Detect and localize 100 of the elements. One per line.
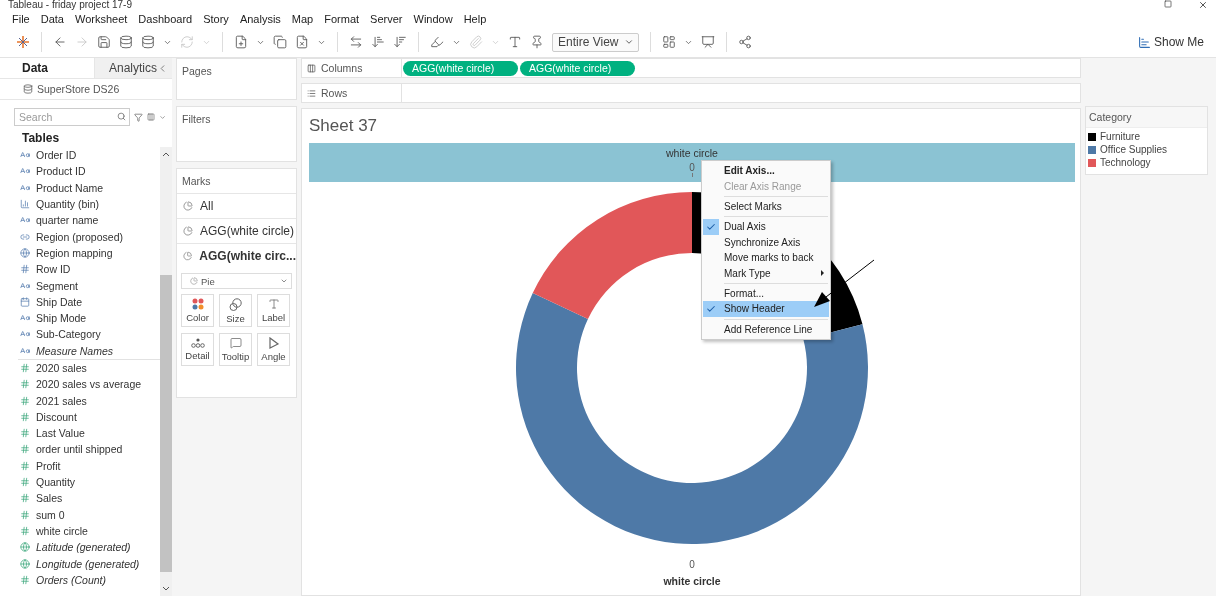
back-icon[interactable] bbox=[53, 35, 67, 49]
file-plus-icon[interactable] bbox=[234, 35, 248, 49]
field-item[interactable]: Segment bbox=[20, 277, 160, 294]
menu-item[interactable]: Server bbox=[370, 12, 403, 25]
search-field[interactable]: Search bbox=[14, 108, 130, 126]
file-x-icon[interactable] bbox=[295, 35, 309, 49]
field-item[interactable]: Region mapping bbox=[20, 244, 160, 262]
text-icon[interactable] bbox=[508, 35, 522, 49]
pane-tab[interactable]: Analytics bbox=[95, 58, 173, 78]
database-icon[interactable] bbox=[119, 35, 133, 49]
field-item[interactable]: Ship Date bbox=[20, 293, 160, 310]
hash-icon bbox=[20, 574, 30, 585]
calendar-icon bbox=[20, 296, 30, 307]
field-item[interactable]: Profit bbox=[20, 457, 160, 474]
field-item[interactable]: quarter name bbox=[20, 212, 160, 229]
menu-item[interactable]: Help bbox=[463, 12, 487, 25]
mark-property-button[interactable]: Detail bbox=[181, 333, 214, 366]
field-item[interactable]: Row ID bbox=[20, 261, 160, 278]
caret-icon[interactable] bbox=[280, 277, 288, 285]
datasource-name[interactable]: SuperStore DS26 bbox=[37, 83, 120, 95]
field-item[interactable]: Region (proposed) bbox=[20, 228, 160, 245]
field-item[interactable]: Product Name bbox=[20, 179, 160, 196]
menu-item[interactable]: Show Header bbox=[703, 301, 829, 317]
search-icon[interactable] bbox=[117, 112, 126, 121]
menu-item[interactable]: Dashboard bbox=[138, 12, 193, 25]
highlighter-icon[interactable] bbox=[430, 35, 444, 49]
menu-item[interactable]: Analysis bbox=[239, 12, 281, 25]
menu-item[interactable]: Add Reference Line bbox=[703, 321, 829, 337]
menu-item[interactable]: Select Marks bbox=[703, 198, 829, 215]
show-me-button[interactable]: Show Me bbox=[1137, 35, 1204, 49]
hash-icon bbox=[20, 525, 30, 536]
filter-icon[interactable] bbox=[134, 111, 143, 123]
legend-item[interactable]: Furniture bbox=[1086, 130, 1207, 143]
field-item[interactable]: 2020 sales bbox=[20, 359, 160, 377]
copy-icon[interactable] bbox=[273, 35, 287, 49]
presentation-icon[interactable] bbox=[701, 35, 716, 49]
field-item[interactable]: Order ID bbox=[20, 147, 160, 164]
menu-item[interactable]: Format... bbox=[703, 285, 829, 302]
field-item[interactable]: Ship Mode bbox=[20, 309, 160, 327]
maximize-icon[interactable] bbox=[1164, 0, 1172, 8]
share-icon[interactable] bbox=[738, 35, 753, 49]
legend-item[interactable]: Technology bbox=[1086, 156, 1207, 169]
mark-type-dropdown[interactable]: Pie bbox=[181, 273, 292, 289]
database-icon bbox=[23, 84, 33, 94]
close-icon[interactable] bbox=[1198, 0, 1208, 10]
tooltip-icon bbox=[229, 337, 242, 349]
rows-shelf-label: Rows bbox=[302, 84, 402, 102]
save-icon[interactable] bbox=[97, 35, 111, 49]
mark-property-button[interactable]: Size bbox=[219, 294, 252, 327]
field-item[interactable]: white circle bbox=[20, 522, 160, 540]
menu-item[interactable]: Synchronize Axis bbox=[703, 234, 829, 250]
size-circles-icon bbox=[229, 297, 242, 311]
menu-item[interactable]: Story bbox=[203, 12, 229, 25]
field-item[interactable]: Quantity (bin) bbox=[20, 195, 160, 213]
view-size-dropdown[interactable]: Entire View bbox=[552, 32, 640, 52]
mark-property-button[interactable]: Tooltip bbox=[219, 333, 252, 366]
mark-property-button[interactable]: Angle bbox=[257, 333, 290, 366]
menu-item[interactable]: Move marks to back bbox=[703, 249, 829, 266]
field-item[interactable]: sum 0 bbox=[20, 506, 160, 523]
menu-item[interactable]: Mark Type bbox=[703, 265, 829, 281]
field-item[interactable]: Discount bbox=[20, 408, 160, 426]
mark-property-button[interactable]: Label bbox=[257, 294, 290, 327]
cards-icon[interactable] bbox=[662, 35, 677, 49]
columns-icon[interactable] bbox=[146, 112, 155, 122]
menu-item[interactable]: File bbox=[12, 12, 30, 25]
sort-ascending-icon[interactable] bbox=[371, 35, 385, 49]
menu-item[interactable]: Edit Axis... bbox=[703, 163, 829, 179]
field-item[interactable]: Latitude (generated) bbox=[20, 539, 160, 556]
field-item[interactable]: Orders (Count) bbox=[20, 571, 160, 588]
hash-icon bbox=[20, 493, 30, 504]
field-item[interactable]: Product ID bbox=[20, 163, 160, 180]
menu-item[interactable]: Window bbox=[413, 12, 453, 25]
pin-icon[interactable] bbox=[530, 35, 544, 49]
mark-property-button[interactable]: Color bbox=[181, 294, 214, 327]
field-item[interactable]: 2021 sales bbox=[20, 392, 160, 409]
axis-title: white circle bbox=[663, 575, 721, 587]
menu-item[interactable]: Dual Axis bbox=[703, 219, 829, 235]
field-item[interactable]: Longitude (generated) bbox=[20, 555, 160, 572]
field-item[interactable]: Measure Names bbox=[20, 342, 160, 359]
hash-icon bbox=[20, 477, 30, 488]
menu-item[interactable]: Data bbox=[40, 12, 64, 25]
field-item[interactable]: Sales bbox=[20, 490, 160, 507]
sort-descending-icon[interactable] bbox=[393, 35, 407, 49]
field-item[interactable]: order until shipped bbox=[20, 441, 160, 458]
marks-layer[interactable]: AGG(white circ... bbox=[177, 243, 296, 268]
menu-item[interactable]: Format bbox=[324, 12, 360, 25]
logo-icon[interactable] bbox=[16, 35, 30, 49]
swap-icon[interactable] bbox=[349, 35, 363, 49]
menu-item[interactable]: Map bbox=[291, 12, 314, 25]
field-item[interactable]: Sub-Category bbox=[20, 326, 160, 343]
marks-layer[interactable]: AGG(white circle) bbox=[177, 218, 296, 243]
caret-icon[interactable] bbox=[624, 37, 635, 47]
legend-item[interactable]: Office Supplies bbox=[1086, 143, 1207, 156]
menu-item[interactable]: Worksheet bbox=[75, 12, 128, 25]
database-icon[interactable] bbox=[141, 35, 155, 49]
field-item[interactable]: Quantity bbox=[20, 473, 160, 491]
field-item[interactable]: Last Value bbox=[20, 425, 160, 442]
field-item[interactable]: 2020 sales vs average bbox=[20, 376, 160, 393]
marks-layer[interactable]: All bbox=[177, 193, 296, 218]
paperclip-icon[interactable] bbox=[469, 35, 483, 49]
